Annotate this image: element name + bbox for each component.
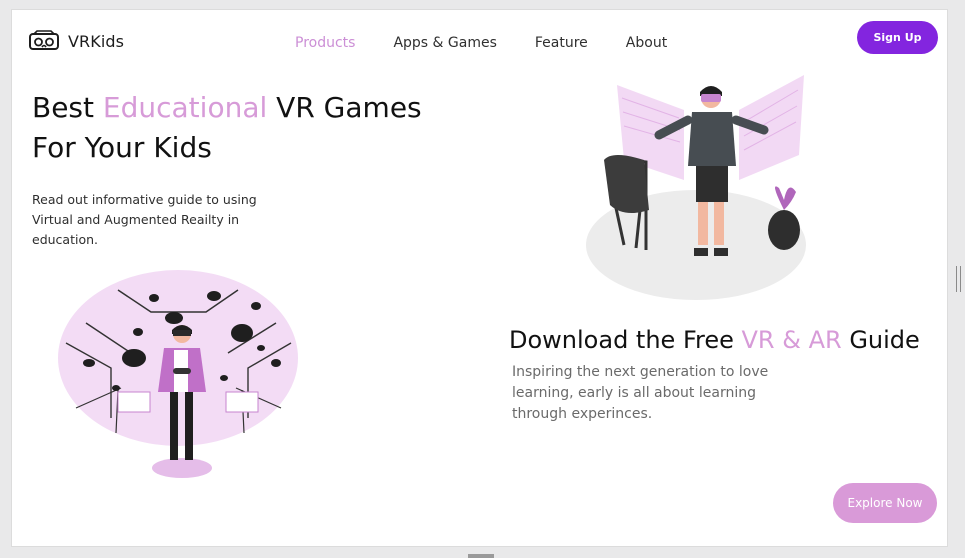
hero-title-part1: Best	[32, 91, 95, 124]
kid-vr-illustration	[58, 270, 298, 478]
vr-headset-icon	[29, 30, 59, 50]
sign-up-button[interactable]: Sign Up	[857, 21, 938, 54]
hero-title: Best Educational VR Games For Your Kids	[32, 88, 422, 168]
nav-item-about[interactable]: About	[626, 35, 667, 51]
nav-item-apps-games[interactable]: Apps & Games	[393, 35, 496, 51]
hero-title-line2: For Your Kids	[32, 131, 212, 164]
brand-logo[interactable]: VRKids	[29, 30, 124, 52]
bottom-resize-handle[interactable]	[468, 554, 494, 558]
hero-title-line1: Best Educational VR Games	[32, 88, 422, 128]
guide-title-part1: Download the Free	[509, 326, 734, 354]
vr-screens-illustration	[586, 75, 806, 300]
brand-name: VRKids	[68, 31, 125, 51]
hero-title-accent: Educational	[102, 91, 268, 124]
nav-item-feature[interactable]: Feature	[535, 35, 588, 51]
guide-title-part2: Guide	[849, 326, 920, 354]
guide-title-accent: VR & AR	[741, 326, 842, 354]
guide-title: Download the Free VR & AR Guide	[509, 326, 920, 354]
explore-now-button[interactable]: Explore Now	[833, 483, 937, 523]
nav-item-products[interactable]: Products	[295, 35, 355, 51]
hero-title-part2: VR Games	[276, 91, 422, 124]
guide-description: Inspiring the next generation to love le…	[512, 364, 769, 422]
page-container: VRKids Products Apps & Games Feature Abo…	[11, 9, 948, 547]
scrollbar-handle[interactable]	[956, 266, 961, 292]
hero-description: Read out informative guide to using Virt…	[32, 192, 257, 247]
main-nav: Products Apps & Games Feature About	[295, 35, 705, 51]
